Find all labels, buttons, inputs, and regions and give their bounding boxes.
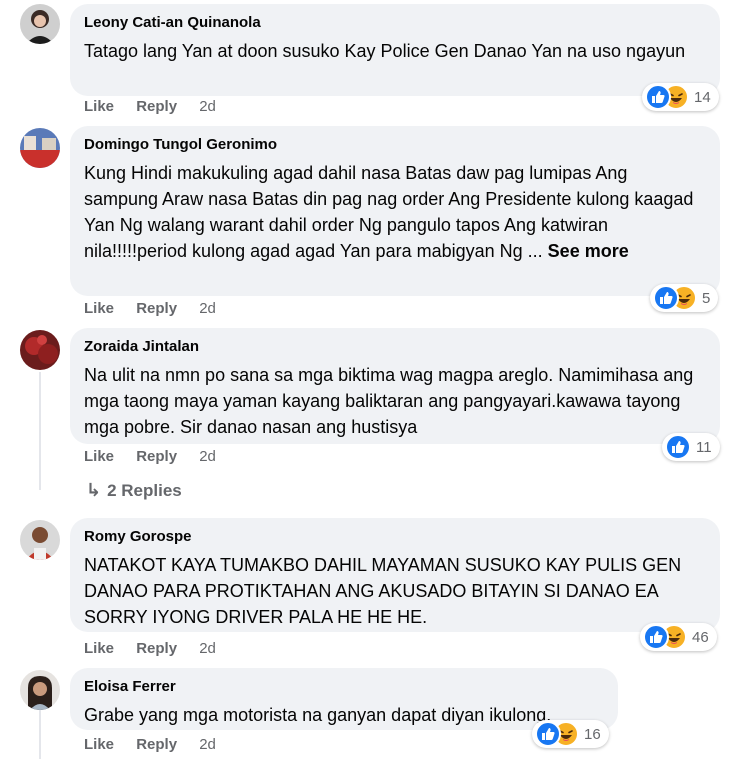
comment-actions: Like Reply 2d bbox=[84, 640, 234, 657]
reply-button[interactable]: Reply bbox=[136, 300, 177, 317]
comment-bubble: Domingo Tungol Geronimo Kung Hindi makuk… bbox=[70, 126, 720, 296]
comment-actions: Like Reply 2d bbox=[84, 300, 234, 317]
timestamp[interactable]: 2d bbox=[199, 98, 216, 115]
reply-arrow-icon: ↳ bbox=[86, 480, 102, 500]
comment-author[interactable]: Romy Gorospe bbox=[84, 528, 704, 546]
timestamp[interactable]: 2d bbox=[199, 300, 216, 317]
replies-count-label: 2 Replies bbox=[107, 481, 182, 500]
reaction-count: 46 bbox=[692, 628, 709, 646]
reply-button[interactable]: Reply bbox=[136, 640, 177, 657]
comment-actions: Like Reply 2d bbox=[84, 736, 234, 753]
like-button[interactable]: Like bbox=[84, 448, 114, 465]
comment-text: NATAKOT KAYA TUMAKBO DAHIL MAYAMAN SUSUK… bbox=[84, 555, 682, 627]
like-reaction-icon bbox=[653, 285, 679, 311]
avatar[interactable] bbox=[20, 4, 60, 44]
avatar[interactable] bbox=[20, 128, 60, 168]
like-button[interactable]: Like bbox=[84, 300, 114, 317]
comment-author[interactable]: Leony Cati-an Quinanola bbox=[84, 14, 704, 32]
comment-bubble: Leony Cati-an Quinanola Tatago lang Yan … bbox=[70, 4, 720, 96]
reply-button[interactable]: Reply bbox=[136, 98, 177, 115]
comment-text: Na ulit na nmn po sana sa mga biktima wa… bbox=[84, 365, 694, 437]
avatar[interactable] bbox=[20, 520, 60, 560]
like-button[interactable]: Like bbox=[84, 736, 114, 753]
comment-bubble: Romy Gorospe NATAKOT KAYA TUMAKBO DAHIL … bbox=[70, 518, 720, 632]
like-reaction-icon bbox=[645, 84, 671, 110]
reaction-count: 5 bbox=[702, 289, 711, 307]
like-button[interactable]: Like bbox=[84, 640, 114, 657]
comment-author[interactable]: Zoraida Jintalan bbox=[84, 338, 704, 356]
comment-text: Kung Hindi makukuling agad dahil nasa Ba… bbox=[84, 160, 704, 264]
like-reaction-icon bbox=[643, 624, 669, 650]
timestamp[interactable]: 2d bbox=[199, 736, 216, 753]
reaction-summary[interactable]: 16 bbox=[532, 720, 609, 748]
like-reaction-icon bbox=[535, 721, 561, 747]
reaction-count: 14 bbox=[694, 88, 711, 106]
comment-author[interactable]: Eloisa Ferrer bbox=[84, 678, 602, 696]
reaction-summary[interactable]: 5 bbox=[650, 284, 719, 312]
reaction-summary[interactable]: 14 bbox=[642, 83, 719, 111]
reply-button[interactable]: Reply bbox=[136, 736, 177, 753]
reaction-count: 16 bbox=[584, 725, 601, 743]
comment-bubble: Zoraida Jintalan Na ulit na nmn po sana … bbox=[70, 328, 720, 444]
comment-text: Tatago lang Yan at doon susuko Kay Polic… bbox=[84, 41, 686, 61]
view-replies-link[interactable]: ↳ 2 Replies bbox=[86, 480, 182, 501]
avatar[interactable] bbox=[20, 670, 60, 710]
comment-author[interactable]: Domingo Tungol Geronimo bbox=[84, 136, 704, 154]
like-button[interactable]: Like bbox=[84, 98, 114, 115]
thread-line bbox=[39, 372, 41, 490]
avatar[interactable] bbox=[20, 330, 60, 370]
reaction-count: 11 bbox=[696, 438, 712, 456]
comment-bubble: Eloisa Ferrer Grabe yang mga motorista n… bbox=[70, 668, 618, 730]
see-more-link[interactable]: See more bbox=[548, 241, 629, 261]
timestamp[interactable]: 2d bbox=[199, 640, 216, 657]
comment-text: Grabe yang mga motorista na ganyan dapat… bbox=[84, 705, 552, 725]
like-reaction-icon bbox=[665, 434, 691, 460]
reaction-summary[interactable]: 11 bbox=[662, 433, 720, 461]
timestamp[interactable]: 2d bbox=[199, 448, 216, 465]
reply-button[interactable]: Reply bbox=[136, 448, 177, 465]
comment-actions: Like Reply 2d bbox=[84, 448, 234, 465]
reaction-summary[interactable]: 46 bbox=[640, 623, 717, 651]
comment-actions: Like Reply 2d bbox=[84, 98, 234, 115]
